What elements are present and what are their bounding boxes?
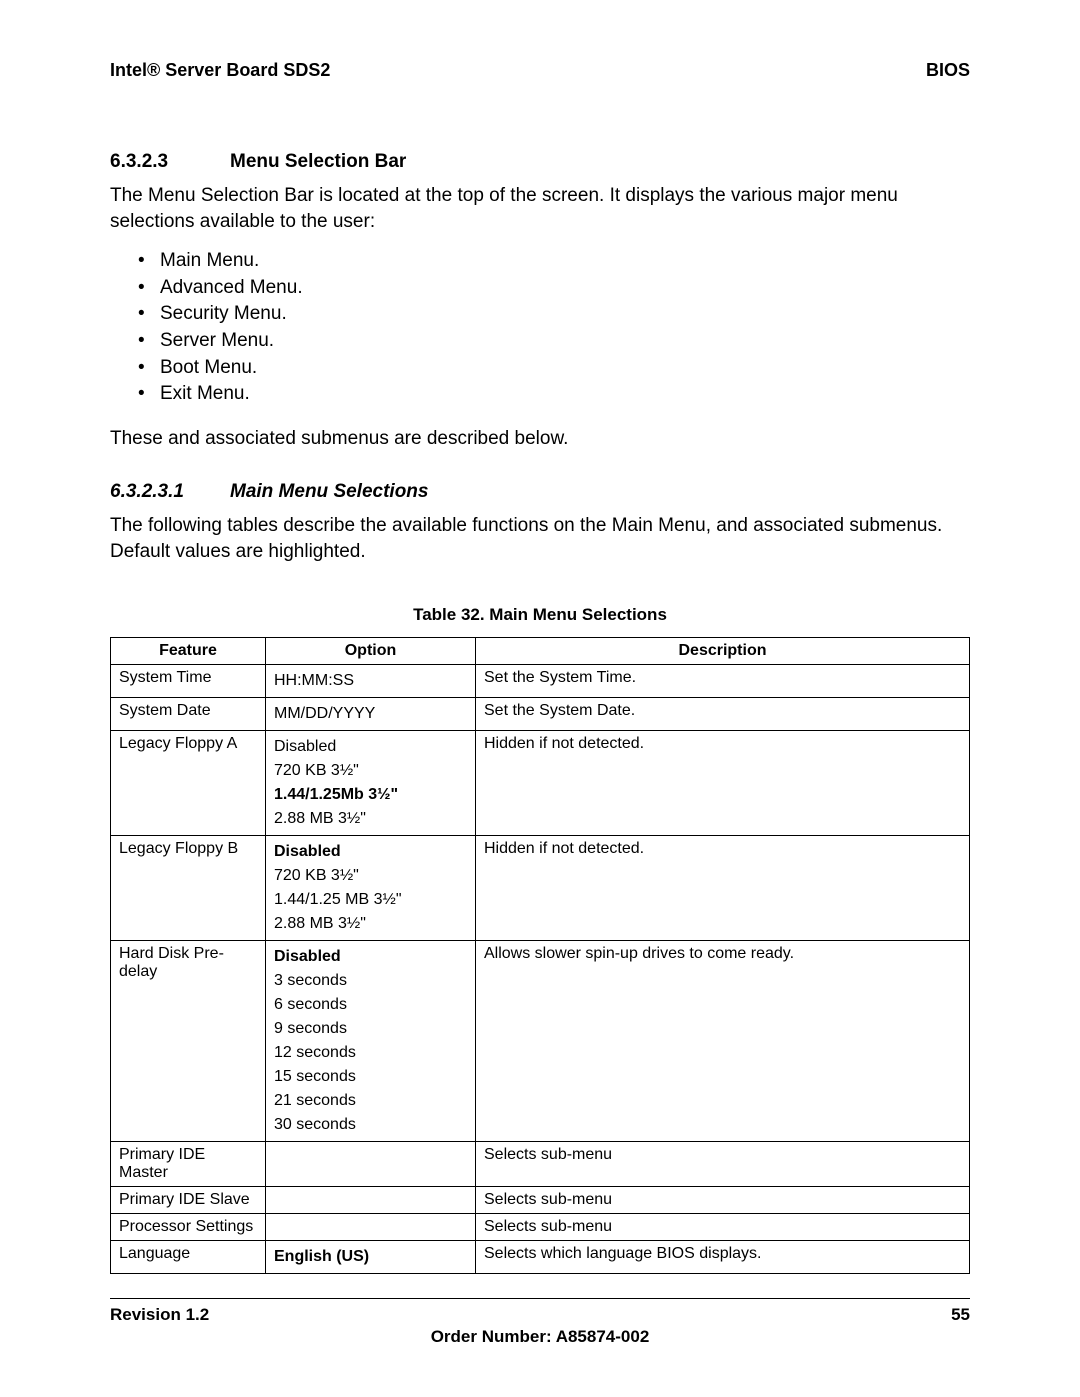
cell-description: Hidden if not detected. xyxy=(476,835,970,940)
page-footer: Revision 1.2 55 Order Number: A85874-002 xyxy=(110,1298,970,1347)
option-value: Disabled xyxy=(274,945,467,969)
option-value: MM/DD/YYYY xyxy=(274,702,467,726)
section-heading: 6.3.2.3 Menu Selection Bar xyxy=(110,151,970,173)
footer-rule xyxy=(110,1298,970,1299)
footer-row: Revision 1.2 55 xyxy=(110,1305,970,1325)
cell-description: Selects sub-menu xyxy=(476,1186,970,1213)
option-value: English (US) xyxy=(274,1245,467,1269)
option-value: 3 seconds xyxy=(274,969,467,993)
cell-description: Selects which language BIOS displays. xyxy=(476,1240,970,1273)
cell-feature: Hard Disk Pre-delay xyxy=(111,940,266,1141)
table-row: System Time HH:MM:SS Set the System Time. xyxy=(111,664,970,697)
cell-feature: Legacy Floppy A xyxy=(111,730,266,835)
option-value: 720 KB 3½" xyxy=(274,759,467,783)
option-value: 6 seconds xyxy=(274,993,467,1017)
cell-feature: Legacy Floppy B xyxy=(111,835,266,940)
list-item: Boot Menu. xyxy=(110,355,970,382)
option-value: 9 seconds xyxy=(274,1017,467,1041)
section-number: 6.3.2.3 xyxy=(110,151,230,173)
cell-option: Disabled720 KB 3½"1.44/1.25 MB 3½"2.88 M… xyxy=(266,835,476,940)
table-header-row: Feature Option Description xyxy=(111,637,970,664)
option-value: HH:MM:SS xyxy=(274,669,467,693)
option-value: 30 seconds xyxy=(274,1113,467,1137)
page-header: Intel® Server Board SDS2 BIOS xyxy=(110,60,970,81)
subsection-number: 6.3.2.3.1 xyxy=(110,481,230,503)
cell-option: Disabled3 seconds6 seconds9 seconds12 se… xyxy=(266,940,476,1141)
menu-bullet-list: Main Menu. Advanced Menu. Security Menu.… xyxy=(110,248,970,408)
cell-option: HH:MM:SS xyxy=(266,664,476,697)
option-value: Disabled xyxy=(274,735,467,759)
main-menu-table: Feature Option Description System Time HH… xyxy=(110,637,970,1274)
cell-feature: Primary IDE Slave xyxy=(111,1186,266,1213)
option-value: 12 seconds xyxy=(274,1041,467,1065)
table-row: Primary IDE Master Selects sub-menu xyxy=(111,1141,970,1186)
footer-order: Order Number: A85874-002 xyxy=(110,1327,970,1347)
option-value: 2.88 MB 3½" xyxy=(274,807,467,831)
cell-feature: System Time xyxy=(111,664,266,697)
table-row: Primary IDE Slave Selects sub-menu xyxy=(111,1186,970,1213)
cell-feature: System Date xyxy=(111,697,266,730)
section-title: Menu Selection Bar xyxy=(230,151,406,173)
subsection-title: Main Menu Selections xyxy=(230,481,428,503)
header-right: BIOS xyxy=(926,60,970,81)
col-header-feature: Feature xyxy=(111,637,266,664)
footer-revision: Revision 1.2 xyxy=(110,1305,209,1325)
col-header-option: Option xyxy=(266,637,476,664)
table-row: Processor Settings Selects sub-menu xyxy=(111,1213,970,1240)
col-header-description: Description xyxy=(476,637,970,664)
footer-page: 55 xyxy=(951,1305,970,1325)
option-value: 21 seconds xyxy=(274,1089,467,1113)
option-value: 2.88 MB 3½" xyxy=(274,912,467,936)
list-item: Server Menu. xyxy=(110,328,970,355)
cell-description: Allows slower spin-up drives to come rea… xyxy=(476,940,970,1141)
table-row: System Date MM/DD/YYYY Set the System Date… xyxy=(111,697,970,730)
table-row: Legacy Floppy ADisabled720 KB 3½"1.44/1.… xyxy=(111,730,970,835)
cell-option: English (US) xyxy=(266,1240,476,1273)
table-caption: Table 32. Main Menu Selections xyxy=(110,605,970,625)
cell-description: Selects sub-menu xyxy=(476,1213,970,1240)
cell-option: MM/DD/YYYY xyxy=(266,697,476,730)
cell-option xyxy=(266,1141,476,1186)
list-item: Exit Menu. xyxy=(110,381,970,408)
cell-feature: Processor Settings xyxy=(111,1213,266,1240)
cell-description: Hidden if not detected. xyxy=(476,730,970,835)
table-row: Language English (US) Selects which langua… xyxy=(111,1240,970,1273)
cell-option xyxy=(266,1213,476,1240)
option-value: 720 KB 3½" xyxy=(274,864,467,888)
cell-option xyxy=(266,1186,476,1213)
table-row: Hard Disk Pre-delayDisabled3 seconds6 se… xyxy=(111,940,970,1141)
section-intro: The Menu Selection Bar is located at the… xyxy=(110,183,970,234)
cell-option: Disabled720 KB 3½"1.44/1.25Mb 3½"2.88 MB… xyxy=(266,730,476,835)
cell-description: Set the System Date. xyxy=(476,697,970,730)
cell-feature: Language xyxy=(111,1240,266,1273)
subsection-intro: The following tables describe the availa… xyxy=(110,513,970,564)
cell-description: Set the System Time. xyxy=(476,664,970,697)
option-value: 1.44/1.25 MB 3½" xyxy=(274,888,467,912)
header-left: Intel® Server Board SDS2 xyxy=(110,60,330,81)
cell-description: Selects sub-menu xyxy=(476,1141,970,1186)
cell-feature: Primary IDE Master xyxy=(111,1141,266,1186)
table-row: Legacy Floppy BDisabled720 KB 3½"1.44/1.… xyxy=(111,835,970,940)
section-outro: These and associated submenus are descri… xyxy=(110,426,970,452)
option-value: Disabled xyxy=(274,840,467,864)
option-value: 15 seconds xyxy=(274,1065,467,1089)
list-item: Advanced Menu. xyxy=(110,275,970,302)
list-item: Security Menu. xyxy=(110,301,970,328)
option-value: 1.44/1.25Mb 3½" xyxy=(274,783,467,807)
subsection-heading: 6.3.2.3.1 Main Menu Selections xyxy=(110,481,970,503)
list-item: Main Menu. xyxy=(110,248,970,275)
